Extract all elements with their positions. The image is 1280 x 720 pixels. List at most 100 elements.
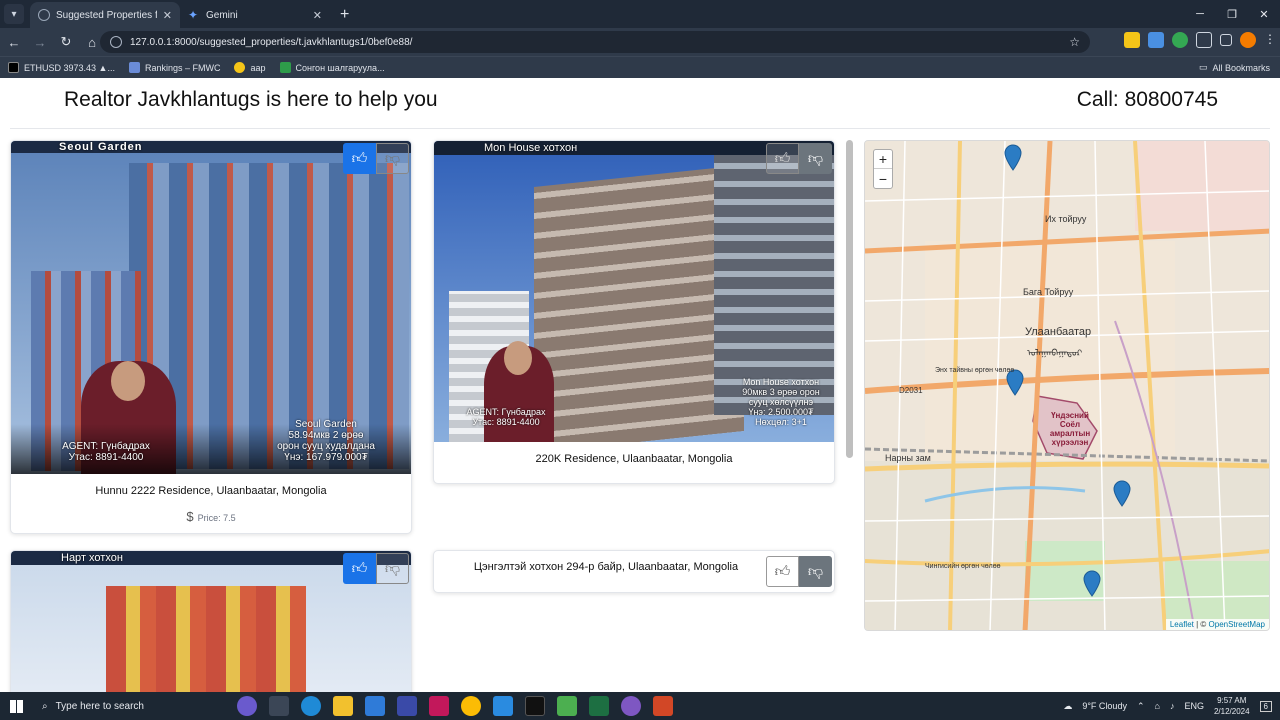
tab-gemini[interactable]: ✦ Gemini ✕ xyxy=(180,2,330,28)
extension-icon[interactable] xyxy=(1172,32,1188,48)
all-bookmarks-label: All Bookmarks xyxy=(1212,62,1270,73)
map-label-road: Их тойруу xyxy=(1045,214,1087,224)
property-card[interactable]: Seoul Garden Seoul Garden 58.94мкв 2 өрө… xyxy=(10,140,412,534)
network-icon[interactable]: ⌂ xyxy=(1155,701,1160,711)
property-card[interactable]: Нарт хотхон 👍︎ 👎︎ xyxy=(10,550,412,692)
price-label: Price: 7.5 xyxy=(197,513,236,523)
file-explorer-icon[interactable] xyxy=(333,696,353,716)
search-icon: ⌕ xyxy=(42,700,48,712)
close-tab-icon[interactable]: ✕ xyxy=(313,9,322,22)
thumbs-down-button[interactable]: 👎︎ xyxy=(376,553,409,584)
translate-icon[interactable] xyxy=(1148,32,1164,48)
bookmark-item[interactable]: Сонгон шалгаруула... xyxy=(279,62,385,73)
windows-icon xyxy=(9,699,23,713)
vote-buttons: 👍︎ 👎︎ xyxy=(766,143,832,174)
volume-icon[interactable]: ♪ xyxy=(1170,701,1175,711)
leaflet-link[interactable]: Leaflet xyxy=(1170,620,1194,629)
property-photo[interactable]: Mon House хотхон Mon House хотхон 90мкв … xyxy=(434,141,834,442)
attribution-separator: | © xyxy=(1193,620,1209,629)
map-label-district: Бага Тойруу xyxy=(1023,287,1074,297)
thumbs-down-button[interactable]: 👎︎ xyxy=(799,143,832,174)
bookmark-item[interactable]: ETHUSD 3973.43 ▲... xyxy=(8,62,115,73)
map-label-enkh: Энх тайвны өргөн чөлөө xyxy=(935,367,1015,374)
thumbs-up-icon: 👍︎ xyxy=(774,149,791,167)
reload-icon[interactable]: ↻ xyxy=(54,30,78,54)
agent-caption: AGENT: Гүнбадрах Утас: 8891-4400 xyxy=(62,441,150,463)
thumbs-up-button[interactable]: 👍︎ xyxy=(766,556,799,587)
vscode-icon[interactable] xyxy=(493,696,513,716)
all-bookmarks[interactable]: ▭ All Bookmarks xyxy=(1199,62,1270,73)
viber-icon[interactable] xyxy=(621,696,641,716)
back-icon[interactable]: ← xyxy=(2,30,26,54)
excel-icon[interactable] xyxy=(589,696,609,716)
scrollbar-thumb[interactable] xyxy=(846,140,853,458)
tab-suggested-properties[interactable]: Suggested Properties for 45 Ur ✕ xyxy=(30,2,180,28)
puzzle-icon[interactable] xyxy=(1196,32,1212,48)
address-bar[interactable]: 127.0.0.1:8000/suggested_properties/t.ja… xyxy=(100,31,1090,53)
close-window-icon[interactable]: ✕ xyxy=(1248,0,1280,28)
bookmark-star-icon[interactable]: ☆ xyxy=(1069,35,1080,49)
extensions-area: ⋮ xyxy=(1124,32,1276,48)
map-label-city-mn: ᠤᠯᠠᠭᠠᠨᠪᠠᠭᠠᠲᠤᠷ xyxy=(1027,348,1083,358)
page-content: Realtor Javkhlantugs is here to help you… xyxy=(0,78,1280,692)
map-label-city: Улаанбаатар xyxy=(1025,326,1092,338)
call-number: Call: 80800745 xyxy=(1076,88,1218,111)
app-icon[interactable] xyxy=(429,696,449,716)
thumbs-up-icon: 👍︎ xyxy=(774,562,791,580)
agent-caption: AGENT: Гүнбадрах Утас: 8891-4400 xyxy=(466,407,546,427)
copilot-icon[interactable] xyxy=(237,696,257,716)
osm-link[interactable]: OpenStreetMap xyxy=(1209,620,1265,629)
edge-icon[interactable] xyxy=(301,696,321,716)
language-indicator[interactable]: ENG xyxy=(1184,701,1204,711)
thumbs-down-button[interactable]: 👎︎ xyxy=(376,143,409,174)
site-info-icon[interactable] xyxy=(110,36,122,48)
restore-icon[interactable]: ❐ xyxy=(1216,0,1248,28)
property-card[interactable]: Mon House хотхон Mon House хотхон 90мкв … xyxy=(433,140,835,484)
new-tab-button[interactable]: + xyxy=(340,6,349,24)
bookmark-label: ETHUSD 3973.43 ▲... xyxy=(24,62,115,73)
thumbs-up-icon: 👍︎ xyxy=(351,149,368,167)
photo-title: Mon House хотхон xyxy=(484,142,578,154)
notification-icon[interactable]: 6 xyxy=(1259,700,1272,712)
thumbs-down-icon: 👎︎ xyxy=(807,562,824,580)
weather-text[interactable]: 9°F Cloudy xyxy=(1082,701,1127,711)
forward-icon[interactable]: → xyxy=(28,30,52,54)
thumbs-up-button[interactable]: 👍︎ xyxy=(343,553,376,584)
map-label-d2031: D2031 xyxy=(899,386,923,395)
minimize-icon[interactable]: ─ xyxy=(1184,0,1216,28)
clock-date: 2/12/2024 xyxy=(1213,707,1250,716)
zoom-out-button[interactable]: − xyxy=(874,169,892,188)
close-tab-icon[interactable]: ✕ xyxy=(163,9,172,22)
thumbs-up-button[interactable]: 👍︎ xyxy=(343,143,376,174)
bookmark-item[interactable]: aap xyxy=(234,62,266,73)
side-panel-icon[interactable] xyxy=(1220,34,1232,46)
property-card[interactable]: Цэнгэлтэй хотхон 294-р байр, Ulaanbaatar… xyxy=(433,550,835,593)
bookmark-item[interactable]: Rankings – FMWC xyxy=(128,62,220,73)
task-view-icon[interactable] xyxy=(269,696,289,716)
profile-avatar[interactable] xyxy=(1240,32,1256,48)
app-icon[interactable] xyxy=(397,696,417,716)
chrome-icon[interactable] xyxy=(461,696,481,716)
taskbar-apps xyxy=(237,696,673,716)
bookmark-label: aap xyxy=(250,62,266,73)
thumbs-down-icon: 👎︎ xyxy=(384,559,401,577)
url-text: 127.0.0.1:8000/suggested_properties/t.ja… xyxy=(130,36,413,48)
start-button[interactable] xyxy=(0,699,32,713)
zoom-in-button[interactable]: + xyxy=(874,150,892,169)
map-label-chinggis: Чингисийн өргөн чөлөө xyxy=(925,563,1001,570)
thumbs-down-icon: 👎︎ xyxy=(807,149,824,167)
menu-icon[interactable]: ⋮ xyxy=(1264,32,1276,48)
tradingview-icon[interactable] xyxy=(525,696,545,716)
app-icon[interactable] xyxy=(557,696,577,716)
thumbs-up-button[interactable]: 👍︎ xyxy=(766,143,799,174)
thumbs-down-button[interactable]: 👎︎ xyxy=(799,556,832,587)
property-photo[interactable]: Seoul Garden Seoul Garden 58.94мкв 2 өрө… xyxy=(11,141,411,474)
extension-icon[interactable] xyxy=(1124,32,1140,48)
clock[interactable]: 9:57 AM 2/12/2024 xyxy=(1214,695,1250,717)
property-map[interactable]: Улаанбаатар ᠤᠯᠠᠭᠠᠨᠪᠠᠭᠠᠲᠤᠷ Бага Тойруу Их… xyxy=(864,140,1270,631)
mail-icon[interactable] xyxy=(365,696,385,716)
tab-search-button[interactable]: ▾ xyxy=(4,4,24,24)
taskbar-search[interactable]: ⌕ Type here to search xyxy=(32,694,217,718)
powerpoint-icon[interactable] xyxy=(653,696,673,716)
chevron-up-icon[interactable]: ⌃ xyxy=(1137,701,1145,712)
